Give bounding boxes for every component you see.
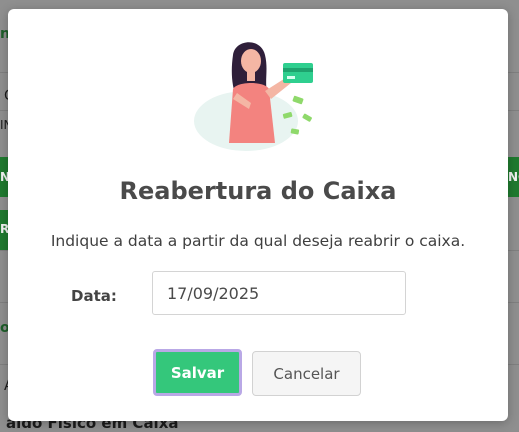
cancel-button[interactable]: Cancelar (252, 351, 361, 396)
date-field[interactable] (152, 271, 406, 315)
dialog-description: Indique a data a partir da qual deseja r… (50, 232, 466, 250)
date-label: Data: (71, 287, 117, 305)
save-button[interactable]: Salvar (153, 349, 242, 396)
woman-holding-card-illustration (194, 42, 313, 151)
dialog-title: Reabertura do Caixa (119, 177, 397, 205)
bg-fragment: NC (508, 170, 519, 184)
reopen-cashier-dialog: Reabertura do Caixa Indique a data a par… (8, 9, 508, 421)
